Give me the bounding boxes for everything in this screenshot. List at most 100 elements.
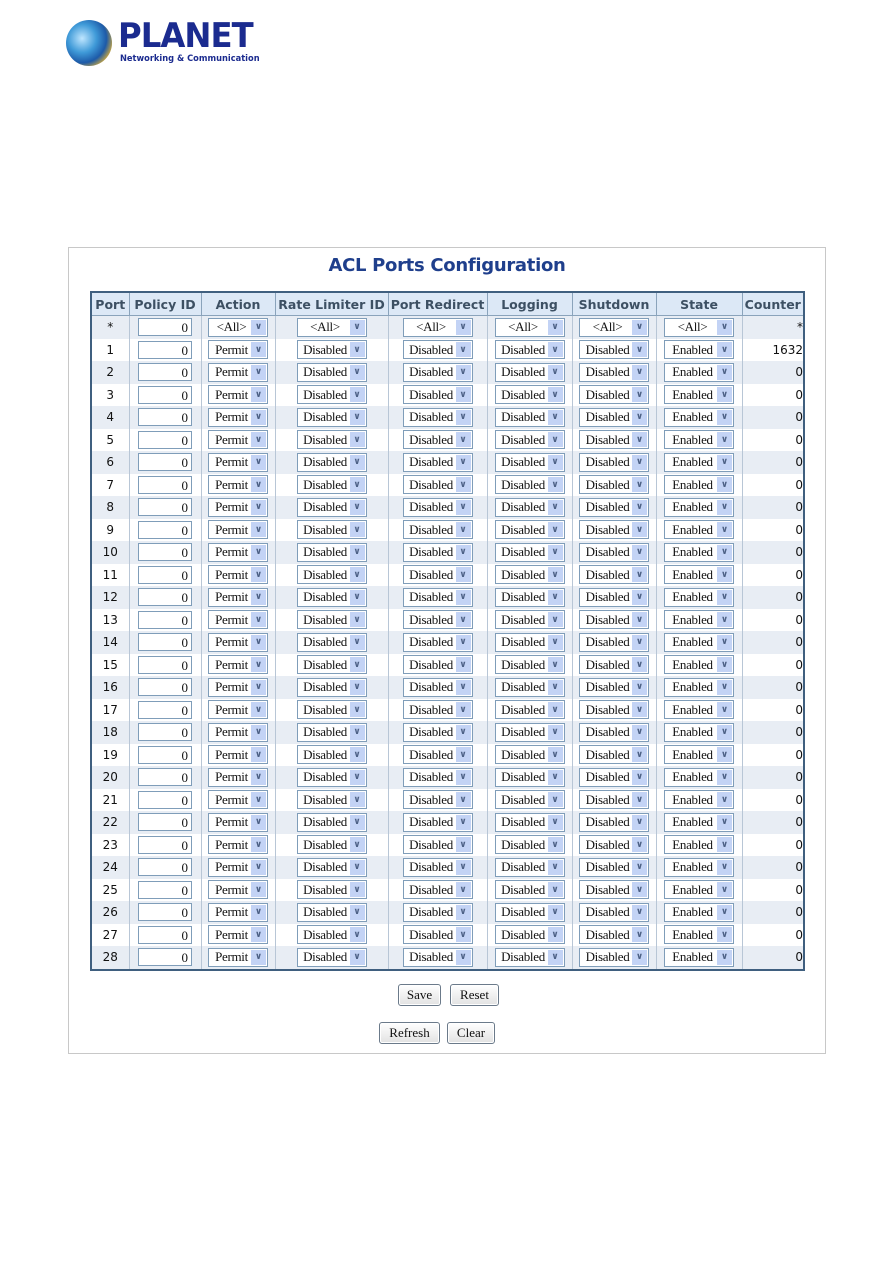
chevron-down-icon[interactable]: ∨	[717, 904, 732, 920]
rate-limiter-select[interactable]: Disabled ∨	[296, 790, 367, 810]
chevron-down-icon[interactable]: ∨	[455, 927, 471, 943]
chevron-down-icon[interactable]: ∨	[632, 499, 647, 515]
chevron-down-icon[interactable]: ∨	[455, 522, 471, 538]
policy-id-input[interactable]: 0	[138, 903, 192, 922]
chevron-down-icon[interactable]: ∨	[455, 769, 471, 785]
state-select[interactable]: Enabled ∨	[664, 565, 734, 585]
chevron-down-icon[interactable]: ∨	[717, 702, 732, 718]
shutdown-select[interactable]: Disabled ∨	[579, 902, 649, 922]
chevron-down-icon[interactable]: ∨	[547, 499, 563, 515]
action-select[interactable]: Permit ∨	[208, 655, 268, 675]
chevron-down-icon[interactable]: ∨	[251, 387, 266, 403]
rate-limiter-select[interactable]: Disabled ∨	[296, 677, 367, 697]
policy-id-input[interactable]: 0	[138, 340, 192, 359]
chevron-down-icon[interactable]: ∨	[632, 814, 647, 830]
chevron-down-icon[interactable]: ∨	[547, 364, 563, 380]
state-select[interactable]: Enabled ∨	[664, 835, 734, 855]
port-redirect-select[interactable]: Disabled ∨	[402, 475, 473, 495]
chevron-down-icon[interactable]: ∨	[547, 859, 563, 875]
shutdown-select[interactable]: Disabled ∨	[579, 452, 649, 472]
chevron-down-icon[interactable]: ∨	[547, 702, 563, 718]
chevron-down-icon[interactable]: ∨	[349, 657, 365, 673]
logging-select[interactable]: Disabled ∨	[494, 475, 565, 495]
shutdown-select[interactable]: Disabled ∨	[579, 925, 649, 945]
shutdown-select[interactable]: Disabled ∨	[579, 430, 649, 450]
rate-limiter-select[interactable]: Disabled ∨	[296, 475, 367, 495]
chevron-down-icon[interactable]: ∨	[251, 342, 266, 358]
chevron-down-icon[interactable]: ∨	[349, 792, 365, 808]
chevron-down-icon[interactable]: ∨	[455, 702, 471, 718]
shutdown-select[interactable]: Disabled ∨	[579, 880, 649, 900]
chevron-down-icon[interactable]: ∨	[717, 567, 732, 583]
chevron-down-icon[interactable]: ∨	[455, 657, 471, 673]
action-select[interactable]: Permit ∨	[208, 722, 268, 742]
chevron-down-icon[interactable]: ∨	[632, 567, 647, 583]
logging-select[interactable]: Disabled ∨	[494, 610, 565, 630]
chevron-down-icon[interactable]: ∨	[632, 477, 647, 493]
chevron-down-icon[interactable]: ∨	[251, 364, 266, 380]
chevron-down-icon[interactable]: ∨	[717, 859, 732, 875]
port-redirect-select[interactable]: Disabled ∨	[402, 902, 473, 922]
chevron-down-icon[interactable]: ∨	[547, 747, 563, 763]
chevron-down-icon[interactable]: ∨	[455, 904, 471, 920]
logging-select[interactable]: Disabled ∨	[494, 677, 565, 697]
shutdown-select[interactable]: Disabled ∨	[579, 677, 649, 697]
state-select[interactable]: Enabled ∨	[664, 632, 734, 652]
chevron-down-icon[interactable]: ∨	[455, 477, 471, 493]
policy-id-input[interactable]: 0	[138, 408, 192, 427]
shutdown-select[interactable]: Disabled ∨	[579, 835, 649, 855]
state-select[interactable]: Enabled ∨	[664, 340, 734, 360]
policy-id-input[interactable]: 0	[138, 745, 192, 764]
action-select[interactable]: Permit ∨	[208, 340, 268, 360]
shutdown-select[interactable]: Disabled ∨	[579, 542, 649, 562]
chevron-down-icon[interactable]: ∨	[632, 522, 647, 538]
chevron-down-icon[interactable]: ∨	[632, 679, 647, 695]
rate-limiter-select[interactable]: Disabled ∨	[296, 340, 367, 360]
chevron-down-icon[interactable]: ∨	[632, 882, 647, 898]
chevron-down-icon[interactable]: ∨	[717, 454, 732, 470]
state-select[interactable]: Enabled ∨	[664, 790, 734, 810]
shutdown-select[interactable]: Disabled ∨	[579, 812, 649, 832]
chevron-down-icon[interactable]: ∨	[632, 432, 647, 448]
logging-select[interactable]: Disabled ∨	[494, 430, 565, 450]
chevron-down-icon[interactable]: ∨	[251, 612, 266, 628]
chevron-down-icon[interactable]: ∨	[547, 679, 563, 695]
chevron-down-icon[interactable]: ∨	[251, 679, 266, 695]
logging-select[interactable]: Disabled ∨	[494, 340, 565, 360]
chevron-down-icon[interactable]: ∨	[349, 837, 365, 853]
state-select[interactable]: Enabled ∨	[664, 475, 734, 495]
state-select[interactable]: Enabled ∨	[664, 587, 734, 607]
chevron-down-icon[interactable]: ∨	[547, 612, 563, 628]
shutdown-select[interactable]: Disabled ∨	[579, 520, 649, 540]
chevron-down-icon[interactable]: ∨	[455, 589, 471, 605]
rate-limiter-select[interactable]: Disabled ∨	[296, 362, 367, 382]
port-redirect-select[interactable]: Disabled ∨	[402, 520, 473, 540]
chevron-down-icon[interactable]: ∨	[632, 769, 647, 785]
chevron-down-icon[interactable]: ∨	[251, 904, 266, 920]
port-redirect-select[interactable]: Disabled ∨	[402, 610, 473, 630]
chevron-down-icon[interactable]: ∨	[547, 769, 563, 785]
chevron-down-icon[interactable]: ∨	[547, 387, 563, 403]
policy-id-input[interactable]: 0	[138, 925, 192, 944]
policy-id-input[interactable]: 0	[138, 858, 192, 877]
policy-id-input[interactable]: 0	[138, 543, 192, 562]
chevron-down-icon[interactable]: ∨	[349, 769, 365, 785]
chevron-down-icon[interactable]: ∨	[455, 859, 471, 875]
chevron-down-icon[interactable]: ∨	[717, 432, 732, 448]
state-select[interactable]: Enabled ∨	[664, 722, 734, 742]
rate-limiter-select[interactable]: Disabled ∨	[296, 857, 367, 877]
policy-id-input[interactable]: 0	[138, 498, 192, 517]
chevron-down-icon[interactable]: ∨	[349, 364, 365, 380]
chevron-down-icon[interactable]: ∨	[632, 657, 647, 673]
state-select[interactable]: <All> ∨	[664, 317, 734, 337]
chevron-down-icon[interactable]: ∨	[547, 589, 563, 605]
chevron-down-icon[interactable]: ∨	[547, 927, 563, 943]
chevron-down-icon[interactable]: ∨	[455, 454, 471, 470]
port-redirect-select[interactable]: Disabled ∨	[402, 655, 473, 675]
logging-select[interactable]: Disabled ∨	[494, 587, 565, 607]
shutdown-select[interactable]: Disabled ∨	[579, 565, 649, 585]
chevron-down-icon[interactable]: ∨	[251, 477, 266, 493]
chevron-down-icon[interactable]: ∨	[632, 859, 647, 875]
chevron-down-icon[interactable]: ∨	[251, 522, 266, 538]
chevron-down-icon[interactable]: ∨	[349, 724, 365, 740]
